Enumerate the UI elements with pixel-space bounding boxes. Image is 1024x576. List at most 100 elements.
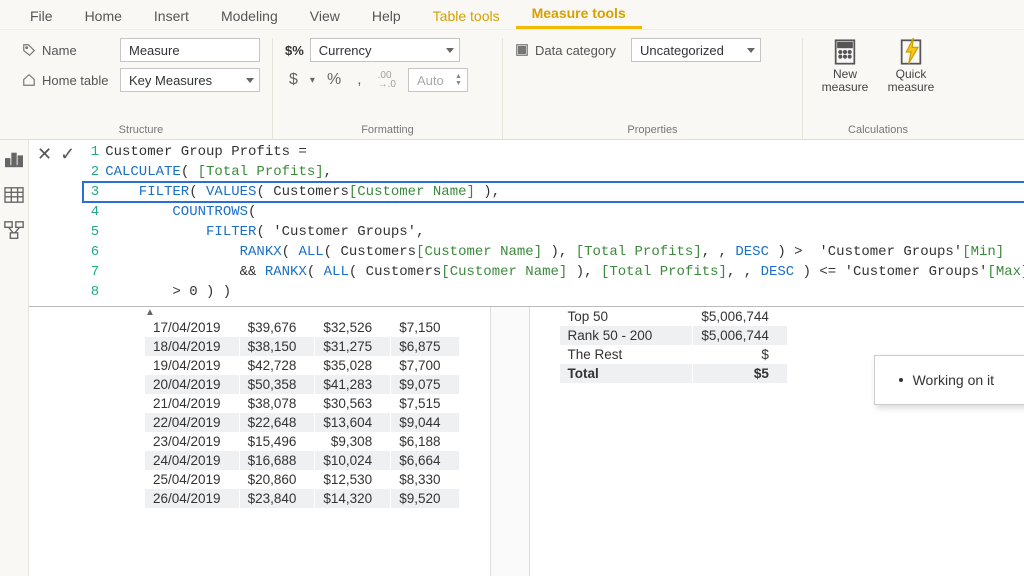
table-cell[interactable]: 25/04/2019	[145, 470, 239, 489]
code-text[interactable]: FILTER( VALUES( Customers[Customer Name]…	[105, 182, 500, 202]
chevron-down-icon[interactable]: ▾	[310, 75, 315, 86]
tab-file[interactable]: File	[14, 2, 69, 29]
code-text[interactable]: Customer Group Profits =	[105, 142, 307, 162]
table-row[interactable]: Total$5	[560, 364, 788, 383]
cancel-formula-button[interactable]: ✕	[37, 144, 52, 165]
table-row[interactable]: 22/04/2019$22,648$13,604$9,044	[145, 413, 459, 432]
table-cell[interactable]: $32,526	[315, 318, 391, 337]
table-cell[interactable]: $38,078	[239, 394, 315, 413]
table-row[interactable]: 24/04/2019$16,688$10,024$6,664	[145, 451, 459, 470]
code-text[interactable]: && RANKX( ALL( Customers[Customer Name] …	[105, 262, 1024, 282]
tab-help[interactable]: Help	[356, 2, 417, 29]
table-cell[interactable]: $39,676	[239, 318, 315, 337]
table-cell[interactable]: $7,515	[391, 394, 459, 413]
table-cell[interactable]: $6,875	[391, 337, 459, 356]
code-text[interactable]: > 0 ) )	[105, 282, 231, 302]
commit-formula-button[interactable]: ✓	[60, 144, 75, 165]
table-cell[interactable]: 18/04/2019	[145, 337, 239, 356]
quick-measure-button[interactable]: Quick measure	[881, 38, 941, 94]
date-profit-table[interactable]: 17/04/2019$39,676$32,526$7,15018/04/2019…	[145, 318, 460, 508]
code-text[interactable]: FILTER( 'Customer Groups',	[105, 222, 424, 242]
new-measure-button[interactable]: New measure	[815, 38, 875, 94]
report-canvas[interactable]: ▲ 17/04/2019$39,676$32,526$7,15018/04/20…	[29, 307, 1024, 576]
visual-splitter[interactable]	[490, 307, 530, 576]
table-cell[interactable]: $41,283	[315, 375, 391, 394]
table-cell[interactable]: 22/04/2019	[145, 413, 239, 432]
customer-group-table[interactable]: Top 50$5,006,744Rank 50 - 200$5,006,744T…	[560, 307, 788, 383]
table-cell[interactable]: 21/04/2019	[145, 394, 239, 413]
table-cell[interactable]: $12,530	[315, 470, 391, 489]
code-line[interactable]: 5 FILTER( 'Customer Groups',	[83, 222, 1024, 242]
table-cell[interactable]: 17/04/2019	[145, 318, 239, 337]
table-row[interactable]: Rank 50 - 200$5,006,744	[560, 326, 788, 345]
table-cell[interactable]: $9,520	[391, 489, 459, 508]
code-text[interactable]: RANKX( ALL( Customers[Customer Name] ), …	[105, 242, 1004, 262]
decimal-places-select[interactable]: Auto ▲▼	[408, 68, 468, 92]
table-cell[interactable]: $	[693, 345, 788, 364]
currency-button[interactable]: $	[285, 69, 302, 91]
code-line[interactable]: 6 RANKX( ALL( Customers[Customer Name] )…	[83, 242, 1024, 262]
tab-view[interactable]: View	[294, 2, 356, 29]
table-row[interactable]: 23/04/2019$15,496$9,308$6,188	[145, 432, 459, 451]
home-table-select[interactable]: Key Measures	[120, 68, 260, 92]
table-cell[interactable]: 26/04/2019	[145, 489, 239, 508]
table-row[interactable]: 26/04/2019$23,840$14,320$9,520	[145, 489, 459, 508]
table-row[interactable]: 19/04/2019$42,728$35,028$7,700	[145, 356, 459, 375]
table-cell[interactable]: $5,006,744	[693, 326, 788, 345]
code-text[interactable]: COUNTROWS(	[105, 202, 256, 222]
table-cell[interactable]: $5,006,744	[693, 307, 788, 326]
table-cell[interactable]: $22,648	[239, 413, 315, 432]
tab-table-tools[interactable]: Table tools	[417, 2, 516, 29]
table-cell[interactable]: $7,700	[391, 356, 459, 375]
table-cell[interactable]: $20,860	[239, 470, 315, 489]
table-cell[interactable]: $6,188	[391, 432, 459, 451]
table-cell[interactable]: $50,358	[239, 375, 315, 394]
table-cell[interactable]: $9,308	[315, 432, 391, 451]
table-cell[interactable]: 24/04/2019	[145, 451, 239, 470]
table-row[interactable]: Top 50$5,006,744	[560, 307, 788, 326]
table-row[interactable]: 18/04/2019$38,150$31,275$6,875	[145, 337, 459, 356]
table-row[interactable]: 20/04/2019$50,358$41,283$9,075	[145, 375, 459, 394]
table-cell[interactable]: $38,150	[239, 337, 315, 356]
table-cell[interactable]: 23/04/2019	[145, 432, 239, 451]
table-cell[interactable]: Rank 50 - 200	[560, 326, 693, 345]
table-cell[interactable]: $35,028	[315, 356, 391, 375]
code-text[interactable]: CALCULATE( [Total Profits],	[105, 162, 332, 182]
code-line[interactable]: 3 FILTER( VALUES( Customers[Customer Nam…	[83, 182, 1024, 202]
table-cell[interactable]: $14,320	[315, 489, 391, 508]
table-cell[interactable]: $9,044	[391, 413, 459, 432]
table-cell[interactable]: $6,664	[391, 451, 459, 470]
data-view-button[interactable]	[0, 184, 28, 206]
code-line[interactable]: 7 && RANKX( ALL( Customers[Customer Name…	[83, 262, 1024, 282]
code-line[interactable]: 1Customer Group Profits =	[83, 142, 1024, 162]
report-view-button[interactable]	[0, 148, 28, 170]
table-cell[interactable]: $7,150	[391, 318, 459, 337]
table-row[interactable]: 17/04/2019$39,676$32,526$7,150	[145, 318, 459, 337]
code-line[interactable]: 8 > 0 ) )	[83, 282, 1024, 302]
tab-measure-tools[interactable]: Measure tools	[516, 0, 642, 29]
table-cell[interactable]: The Rest	[560, 345, 693, 364]
table-cell[interactable]: $8,330	[391, 470, 459, 489]
table-cell[interactable]: 19/04/2019	[145, 356, 239, 375]
percent-button[interactable]: %	[323, 69, 345, 91]
table-cell[interactable]: $42,728	[239, 356, 315, 375]
table-cell[interactable]: Top 50	[560, 307, 693, 326]
name-input[interactable]: Measure	[120, 38, 260, 62]
decimal-button[interactable]: .00→.0	[374, 69, 400, 91]
table-cell[interactable]: $10,024	[315, 451, 391, 470]
table-cell[interactable]: Total	[560, 364, 693, 383]
table-cell[interactable]: $16,688	[239, 451, 315, 470]
table-cell[interactable]: $31,275	[315, 337, 391, 356]
table-row[interactable]: 25/04/2019$20,860$12,530$8,330	[145, 470, 459, 489]
tab-insert[interactable]: Insert	[138, 2, 205, 29]
tab-home[interactable]: Home	[69, 2, 138, 29]
model-view-button[interactable]	[0, 220, 28, 242]
table-cell[interactable]: $15,496	[239, 432, 315, 451]
table-row[interactable]: The Rest$	[560, 345, 788, 364]
data-category-select[interactable]: Uncategorized	[631, 38, 761, 62]
table-cell[interactable]: $30,563	[315, 394, 391, 413]
tab-modeling[interactable]: Modeling	[205, 2, 294, 29]
code-line[interactable]: 2CALCULATE( [Total Profits],	[83, 162, 1024, 182]
dax-editor[interactable]: 1Customer Group Profits =2CALCULATE( [To…	[83, 140, 1024, 306]
table-cell[interactable]: $23,840	[239, 489, 315, 508]
